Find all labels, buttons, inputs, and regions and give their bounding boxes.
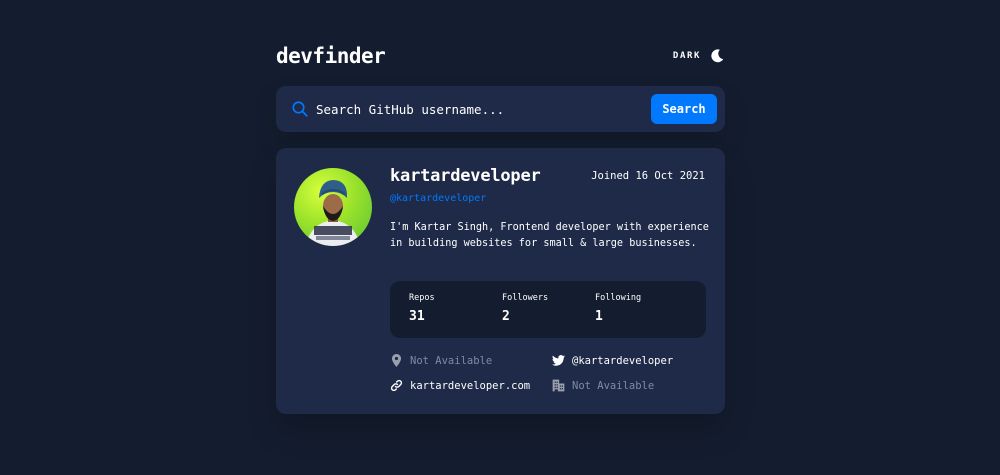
stat-followers-label: Followers xyxy=(502,293,549,303)
header: devfinder DARK xyxy=(276,44,725,70)
stat-repos-value: 31 xyxy=(409,309,425,324)
link-icon xyxy=(390,379,403,392)
stat-repos-label: Repos xyxy=(409,293,435,303)
building-icon xyxy=(552,379,565,392)
theme-toggle[interactable]: DARK xyxy=(673,48,725,64)
company-item: Not Available xyxy=(552,379,654,392)
stats-panel: Repos 31 Followers 2 Following 1 xyxy=(390,281,706,338)
website-text: kartardeveloper.com xyxy=(410,379,531,392)
profile-login-link[interactable]: @kartardeveloper xyxy=(390,193,486,204)
moon-icon xyxy=(711,49,724,63)
profile-links: Not Available @kartardeveloper kartardev… xyxy=(390,354,720,404)
search-input[interactable] xyxy=(316,86,646,132)
location-item: Not Available xyxy=(390,354,492,367)
stat-repos: Repos 31 xyxy=(409,293,435,324)
avatar xyxy=(294,168,372,246)
location-pin-icon xyxy=(391,354,402,367)
joined-date: Joined 16 Oct 2021 xyxy=(591,170,705,182)
location-text: Not Available xyxy=(410,354,493,367)
theme-toggle-label: DARK xyxy=(672,51,701,61)
stat-followers-value: 2 xyxy=(502,309,510,324)
website-item[interactable]: kartardeveloper.com xyxy=(390,379,530,392)
search-icon xyxy=(292,101,308,117)
profile-name: kartardeveloper xyxy=(390,166,541,186)
app-logo: devfinder xyxy=(276,44,386,68)
profile-bio: I'm Kartar Singh, Frontend developer wit… xyxy=(390,222,709,249)
twitter-item[interactable]: @kartardeveloper xyxy=(552,354,673,367)
stat-followers: Followers 2 xyxy=(502,293,548,324)
stat-following-label: Following xyxy=(595,293,642,303)
company-text: Not Available xyxy=(572,379,655,392)
profile-card: kartardeveloper Joined 16 Oct 2021 @kart… xyxy=(276,148,725,414)
search-bar: Search xyxy=(276,86,725,132)
twitter-icon xyxy=(552,355,565,366)
stat-following: Following 1 xyxy=(595,293,641,324)
twitter-text: @kartardeveloper xyxy=(572,354,674,367)
stat-following-value: 1 xyxy=(595,309,603,324)
avatar-image xyxy=(306,180,360,246)
search-button[interactable]: Search xyxy=(651,94,717,124)
